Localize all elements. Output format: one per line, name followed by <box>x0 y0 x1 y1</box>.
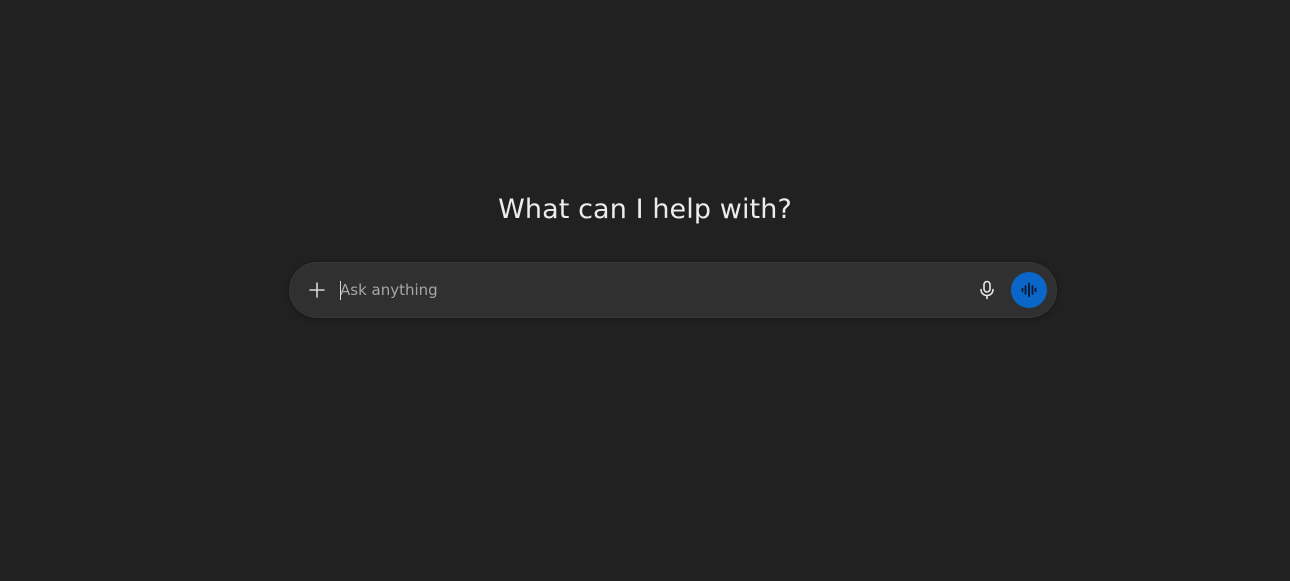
voice-waveform-icon <box>1020 282 1038 298</box>
dictate-button[interactable] <box>973 276 1001 304</box>
chat-home: What can I help with? <box>0 0 1290 581</box>
prompt-composer <box>289 262 1057 318</box>
text-caret <box>340 281 341 300</box>
page-title: What can I help with? <box>498 194 792 225</box>
add-attachment-button[interactable] <box>303 276 331 304</box>
microphone-icon <box>978 280 996 300</box>
plus-icon <box>308 281 326 299</box>
voice-mode-button[interactable] <box>1011 272 1047 308</box>
prompt-input[interactable] <box>340 276 960 304</box>
